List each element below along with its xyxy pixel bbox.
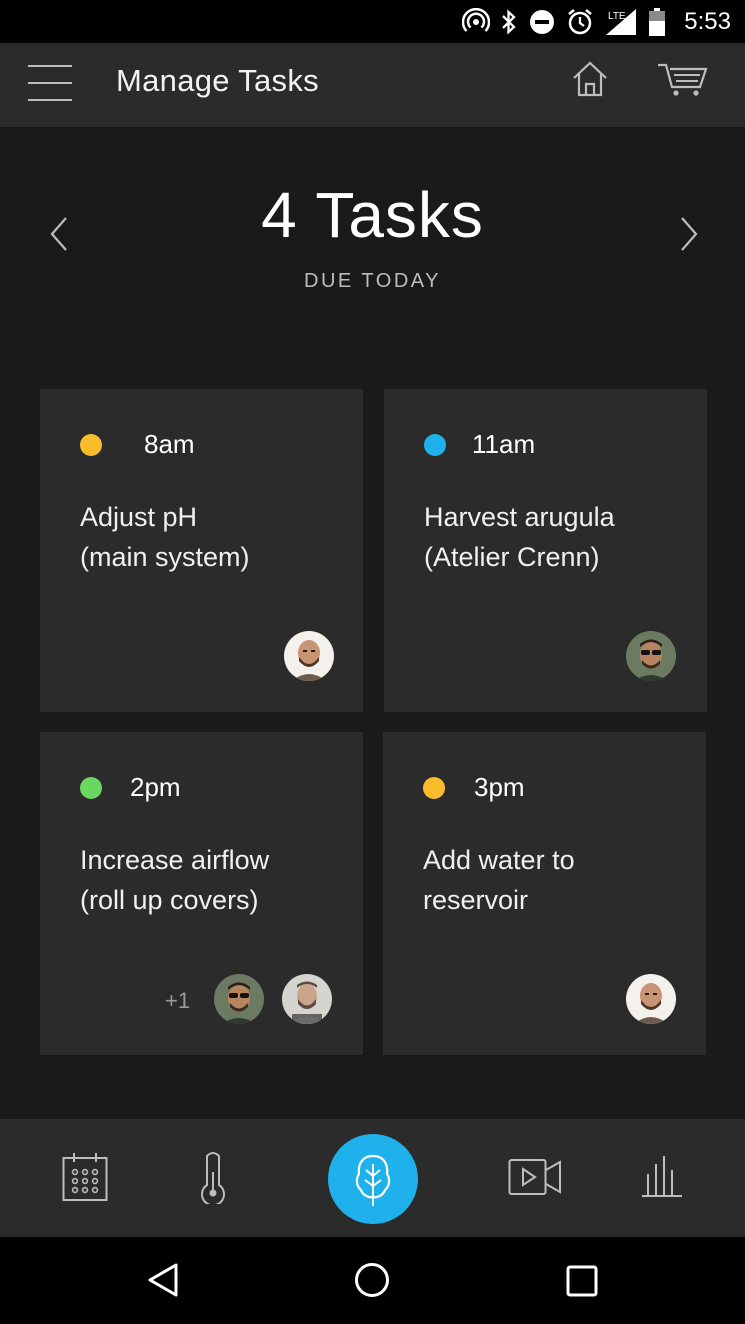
avatar-sunglasses-man — [214, 974, 264, 1024]
assignee-avatar[interactable] — [282, 974, 332, 1024]
battery-icon — [649, 8, 666, 36]
home-icon — [573, 61, 607, 97]
assignee-avatar[interactable] — [626, 631, 676, 681]
task-status-dot — [423, 777, 445, 799]
app-bar: Manage Tasks — [0, 43, 745, 127]
menu-icon — [28, 65, 72, 101]
tasks-count-title: 4 Tasks — [261, 179, 484, 251]
home-button[interactable] — [570, 59, 610, 99]
lte-signal-icon: LTE — [606, 9, 637, 35]
cart-icon — [658, 63, 708, 96]
task-status-dot — [80, 777, 102, 799]
avatar-bald-man — [284, 631, 334, 681]
alarm-icon — [568, 9, 593, 35]
back-icon — [148, 1263, 178, 1297]
do-not-disturb-icon — [530, 10, 555, 34]
home-circle-icon — [355, 1263, 389, 1297]
nav-temperature[interactable] — [196, 1152, 230, 1209]
bar-chart-icon — [642, 1156, 682, 1197]
svg-text:LTE: LTE — [608, 11, 626, 22]
task-title: Harvest arugula (Atelier Crenn) — [424, 502, 615, 572]
nav-grow-button[interactable] — [328, 1134, 418, 1224]
cart-button[interactable] — [656, 59, 710, 99]
system-navigation-bar — [0, 1237, 745, 1324]
bottom-navigation — [0, 1119, 745, 1237]
leaf-icon — [355, 1154, 391, 1206]
system-back-button[interactable] — [146, 1262, 180, 1303]
nav-video[interactable] — [508, 1156, 562, 1203]
task-card[interactable]: 3pm Add water to reservoir — [383, 732, 706, 1055]
next-day-button[interactable] — [674, 214, 704, 254]
hotspot-icon — [462, 8, 491, 32]
extra-assignees-count: +1 — [165, 988, 191, 1013]
calendar-icon — [62, 1153, 108, 1201]
chevron-right-icon — [681, 217, 698, 251]
task-time: 11am — [472, 429, 536, 459]
nav-calendar[interactable] — [62, 1152, 108, 1207]
tasks-due-label: DUE TODAY — [304, 270, 441, 292]
task-title: Add water to reservoir — [423, 845, 575, 915]
task-status-dot — [424, 434, 446, 456]
status-bar: LTE 5:53 — [0, 0, 745, 43]
video-icon — [508, 1159, 561, 1195]
avatar-bald-man — [626, 974, 676, 1024]
recents-icon — [566, 1265, 598, 1297]
nav-analytics[interactable] — [640, 1152, 684, 1203]
assignee-avatar[interactable] — [626, 974, 676, 1024]
avatar-sunglasses-man — [626, 631, 676, 681]
task-time: 8am — [144, 429, 195, 459]
page-title: Manage Tasks — [116, 63, 319, 98]
thermometer-icon — [201, 1152, 225, 1207]
status-time: 5:53 — [684, 8, 731, 35]
task-status-dot — [80, 434, 102, 456]
task-time: 3pm — [474, 772, 525, 802]
status-icons: LTE 5:53 — [462, 6, 731, 38]
bluetooth-icon — [502, 9, 516, 35]
assignee-avatar[interactable] — [214, 974, 264, 1024]
system-home-button[interactable] — [354, 1262, 390, 1303]
task-title: Adjust pH (main system) — [80, 502, 250, 572]
task-card[interactable]: 11am Harvest arugula (Atelier Crenn) — [384, 389, 707, 712]
assignee-avatar[interactable] — [284, 631, 334, 681]
task-title: Increase airflow (roll up covers) — [80, 845, 270, 915]
task-card[interactable]: 8am Adjust pH (main system) — [40, 389, 363, 712]
system-recents-button[interactable] — [566, 1265, 598, 1302]
menu-button[interactable] — [28, 65, 72, 101]
task-card[interactable]: 2pm Increase airflow (roll up covers) +1 — [40, 732, 363, 1055]
task-time: 2pm — [130, 772, 181, 802]
avatar-bearded-man — [282, 974, 332, 1024]
